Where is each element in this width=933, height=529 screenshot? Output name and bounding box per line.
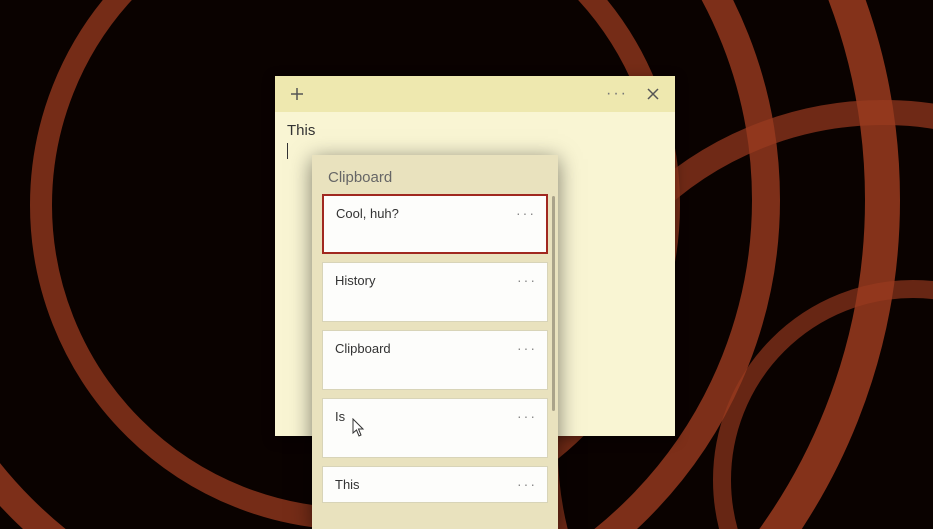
clipboard-title: Clipboard [312, 155, 558, 194]
close-icon [646, 87, 660, 101]
clipboard-item-text: Cool, huh? [336, 206, 399, 221]
clipboard-item[interactable]: Is ··· [322, 398, 548, 458]
clipboard-item-text: Is [335, 409, 345, 424]
clipboard-item-menu[interactable]: ··· [516, 206, 536, 220]
clipboard-item[interactable]: This ··· [322, 466, 548, 503]
clipboard-item-menu[interactable]: ··· [517, 409, 537, 423]
clipboard-item-text: History [335, 273, 375, 288]
ellipsis-icon: ··· [606, 85, 628, 103]
scrollbar[interactable] [552, 196, 555, 411]
close-note-button[interactable] [637, 79, 669, 109]
clipboard-item[interactable]: Cool, huh? ··· [322, 194, 548, 254]
clipboard-history-panel: Clipboard Cool, huh? ··· History ··· Cli… [312, 155, 558, 529]
clipboard-item-text: This [335, 477, 360, 492]
clipboard-item-text: Clipboard [335, 341, 391, 356]
clipboard-item-menu[interactable]: ··· [517, 477, 537, 491]
clipboard-item-menu[interactable]: ··· [517, 341, 537, 355]
note-menu-button[interactable]: ··· [601, 79, 633, 109]
clipboard-item[interactable]: History ··· [322, 262, 548, 322]
clipboard-item[interactable]: Clipboard ··· [322, 330, 548, 390]
sticky-note-titlebar: ··· [275, 76, 675, 112]
text-cursor [287, 143, 288, 159]
add-note-button[interactable] [281, 79, 313, 109]
note-content: This [287, 122, 663, 139]
clipboard-list: Cool, huh? ··· History ··· Clipboard ···… [312, 194, 558, 529]
clipboard-item-menu[interactable]: ··· [517, 273, 537, 287]
